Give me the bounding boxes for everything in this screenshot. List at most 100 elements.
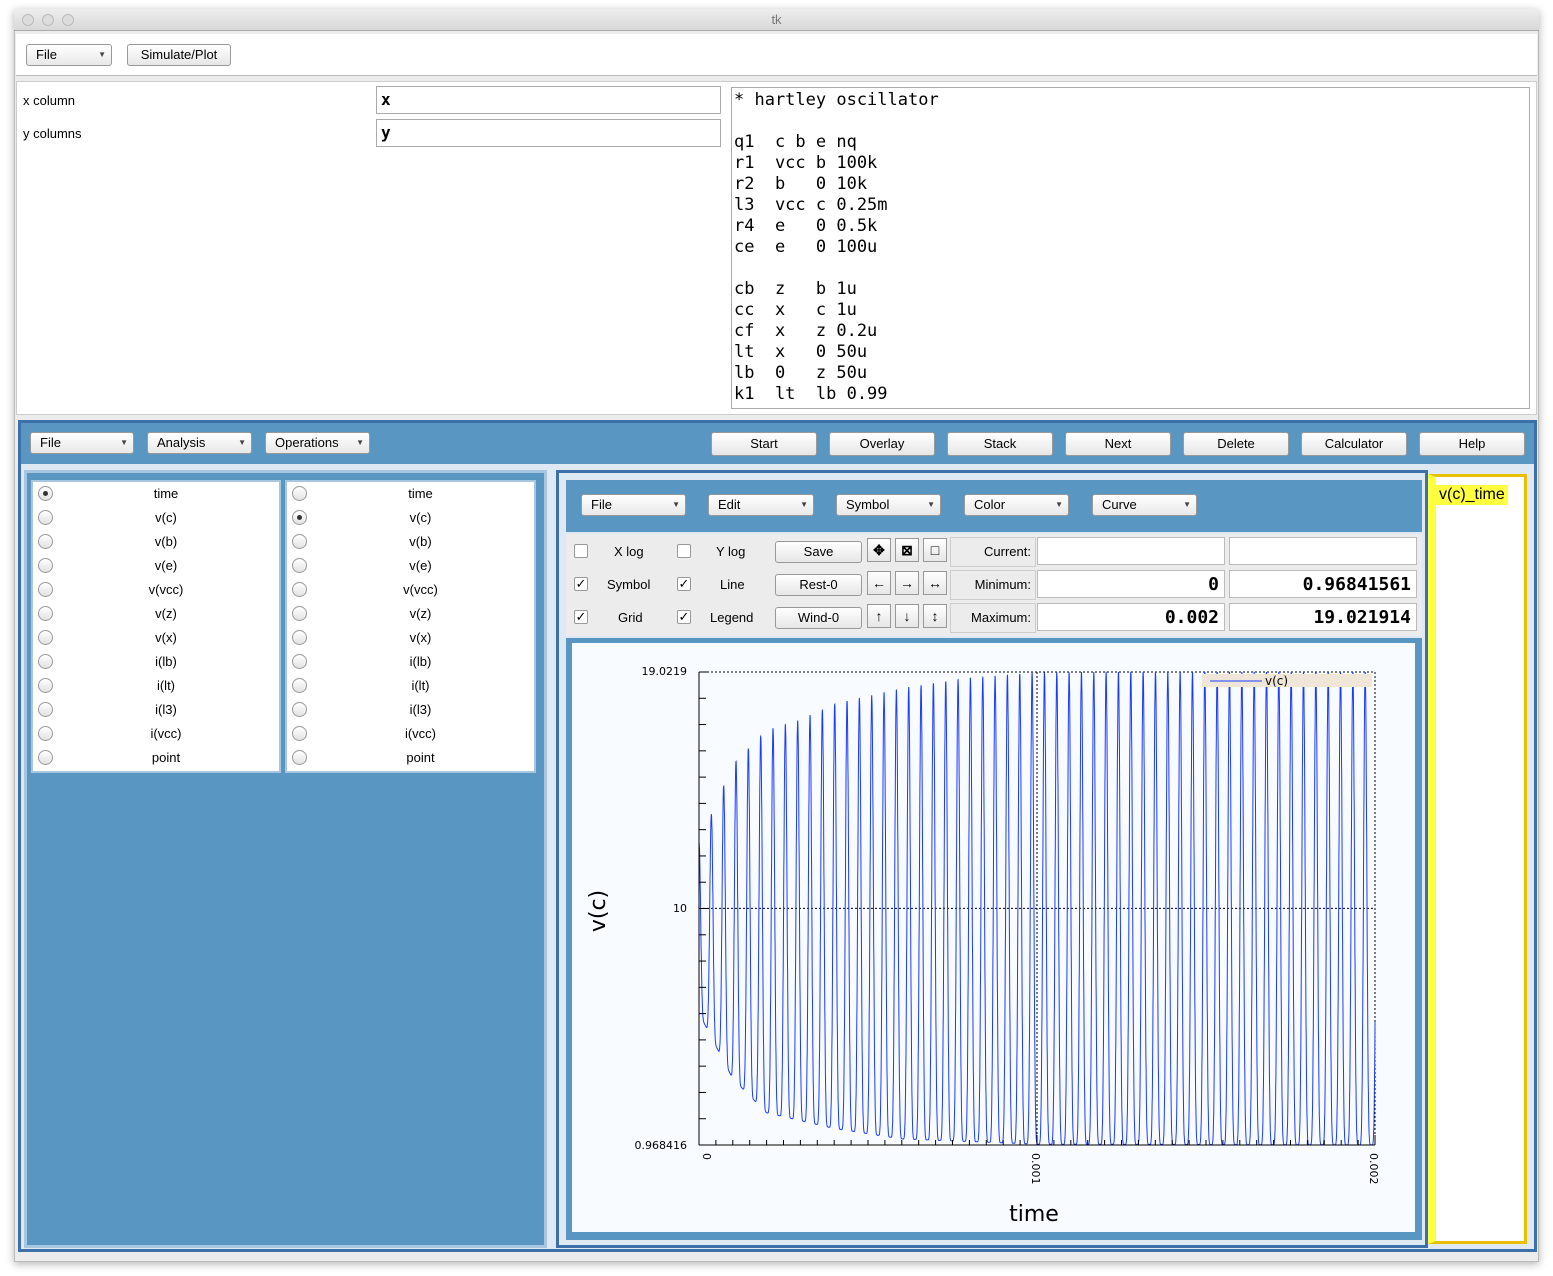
simulate-plot-button[interactable]: Simulate/Plot: [127, 44, 231, 66]
y-item[interactable]: v(vcc): [287, 578, 534, 602]
x-item[interactable]: i(vcc): [33, 722, 279, 746]
arrow-left-icon[interactable]: ←: [867, 571, 891, 595]
x-item[interactable]: v(c): [33, 506, 279, 530]
x-item[interactable]: v(z): [33, 602, 279, 626]
x-column-input[interactable]: x: [376, 86, 721, 114]
help-button[interactable]: Help: [1419, 432, 1525, 456]
current-x-field[interactable]: [1037, 537, 1225, 565]
x-item[interactable]: v(b): [33, 530, 279, 554]
radio-button[interactable]: [38, 558, 53, 573]
plot-canvas[interactable]: v(c) 19.0219 10 0.968416 0 0.001 0.002 t…: [572, 643, 1415, 1232]
x-item[interactable]: i(lb): [33, 650, 279, 674]
calculator-button[interactable]: Calculator: [1301, 432, 1407, 456]
current-y-field[interactable]: [1229, 537, 1417, 565]
radio-button[interactable]: [292, 558, 307, 573]
legend-checkbox[interactable]: ✓: [677, 610, 691, 624]
delete-button[interactable]: Delete: [1183, 432, 1289, 456]
start-button[interactable]: Start: [711, 432, 817, 456]
radio-button[interactable]: [38, 630, 53, 645]
square-icon[interactable]: □: [923, 538, 947, 562]
radio-button[interactable]: [38, 726, 53, 741]
analysis-file-menu[interactable]: File: [30, 432, 134, 454]
y-item[interactable]: v(e): [287, 554, 534, 578]
radio-button[interactable]: [292, 582, 307, 597]
file-menu[interactable]: File: [26, 44, 112, 66]
radio-button[interactable]: [292, 702, 307, 717]
x-item[interactable]: time: [33, 482, 279, 506]
radio-button[interactable]: [292, 654, 307, 669]
minimum-y-field[interactable]: 0.96841561: [1229, 570, 1417, 598]
radio-button[interactable]: [38, 582, 53, 597]
plot-file-menu[interactable]: File: [581, 494, 686, 516]
radio-button[interactable]: [38, 702, 53, 717]
y-item[interactable]: v(z): [287, 602, 534, 626]
plot-curve-menu[interactable]: Curve: [1092, 494, 1197, 516]
radio-button[interactable]: [292, 678, 307, 693]
y-columns-input[interactable]: y: [376, 119, 721, 147]
radio-button[interactable]: [292, 606, 307, 621]
line-checkbox[interactable]: ✓: [677, 577, 691, 591]
x-item[interactable]: i(lt): [33, 674, 279, 698]
minimize-window-button[interactable]: [42, 14, 54, 26]
radio-button[interactable]: [292, 726, 307, 741]
y-item[interactable]: time: [287, 482, 534, 506]
radio-button[interactable]: [292, 486, 307, 501]
y-item[interactable]: i(vcc): [287, 722, 534, 746]
radio-button[interactable]: [38, 678, 53, 693]
radio-button[interactable]: [292, 534, 307, 549]
radio-button[interactable]: [38, 654, 53, 669]
arrow-horizontal-icon[interactable]: ↔: [923, 571, 947, 595]
x-item[interactable]: point: [33, 746, 279, 770]
operations-menu[interactable]: Operations: [265, 432, 370, 454]
y-item[interactable]: v(x): [287, 626, 534, 650]
y-item[interactable]: i(l3): [287, 698, 534, 722]
next-button[interactable]: Next: [1065, 432, 1171, 456]
x-tick-label-0: 0: [700, 1153, 713, 1160]
y-item[interactable]: v(b): [287, 530, 534, 554]
radio-button[interactable]: [292, 750, 307, 765]
symbol-checkbox[interactable]: ✓: [574, 577, 588, 591]
save-button[interactable]: Save: [775, 541, 862, 563]
maximum-x-field[interactable]: 0.002: [1037, 603, 1225, 631]
x-item[interactable]: v(vcc): [33, 578, 279, 602]
overlay-button[interactable]: Overlay: [829, 432, 935, 456]
plot-edit-menu[interactable]: Edit: [708, 494, 814, 516]
y-item[interactable]: point: [287, 746, 534, 770]
zoom-cross-icon[interactable]: ⊠: [895, 538, 919, 562]
zoom-fit-icon[interactable]: ✥: [867, 538, 891, 562]
xlog-checkbox[interactable]: [574, 544, 588, 558]
radio-button[interactable]: [292, 510, 307, 525]
analysis-menu[interactable]: Analysis: [147, 432, 252, 454]
radio-button[interactable]: [292, 630, 307, 645]
window-button[interactable]: Wind-0: [775, 607, 862, 629]
radio-button[interactable]: [38, 486, 53, 501]
restore-button[interactable]: Rest-0: [775, 574, 862, 596]
y-item[interactable]: i(lb): [287, 650, 534, 674]
x-item-label: v(z): [155, 606, 177, 621]
maximum-y-field[interactable]: 19.021914: [1229, 603, 1417, 631]
plot-symbol-menu[interactable]: Symbol: [836, 494, 941, 516]
y-item[interactable]: v(c): [287, 506, 534, 530]
grid-checkbox[interactable]: ✓: [574, 610, 588, 624]
arrow-right-icon[interactable]: →: [895, 571, 919, 595]
y-item[interactable]: i(lt): [287, 674, 534, 698]
x-item[interactable]: v(x): [33, 626, 279, 650]
minimum-x-field[interactable]: 0: [1037, 570, 1225, 598]
arrow-down-icon[interactable]: ↓: [895, 604, 919, 628]
arrow-up-icon[interactable]: ↑: [867, 604, 891, 628]
radio-button[interactable]: [38, 534, 53, 549]
stack-button[interactable]: Stack: [947, 432, 1053, 456]
ylog-checkbox[interactable]: [677, 544, 691, 558]
x-item[interactable]: i(l3): [33, 698, 279, 722]
arrow-vertical-icon[interactable]: ↕: [923, 604, 947, 628]
radio-button[interactable]: [38, 510, 53, 525]
curve-item-v(c)_time[interactable]: v(c)_time: [1436, 485, 1508, 505]
x-item[interactable]: v(e): [33, 554, 279, 578]
y-item-label: point: [406, 750, 435, 765]
radio-button[interactable]: [38, 750, 53, 765]
zoom-window-button[interactable]: [62, 14, 74, 26]
radio-button[interactable]: [38, 606, 53, 621]
netlist-editor[interactable]: * hartley oscillator q1 c b e nq r1 vcc …: [731, 87, 1530, 409]
plot-color-menu[interactable]: Color: [964, 494, 1069, 516]
close-window-button[interactable]: [22, 14, 34, 26]
